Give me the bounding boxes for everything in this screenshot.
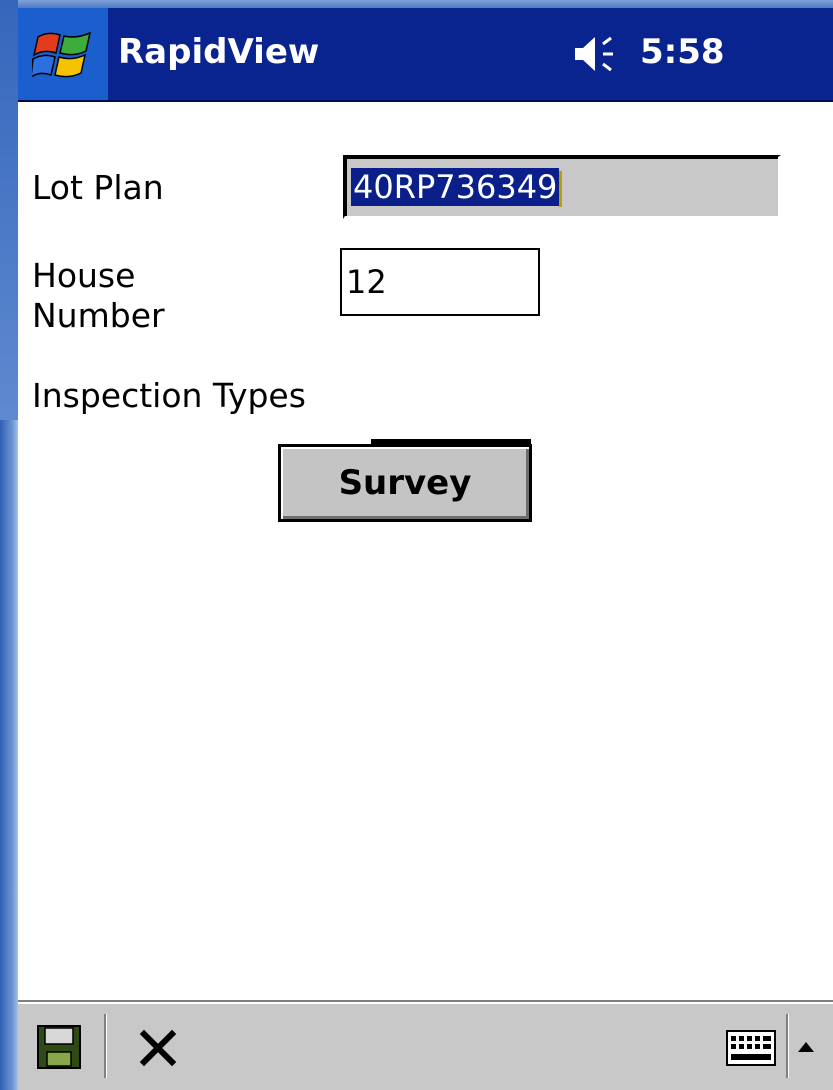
desktop-backdrop-left [0,0,18,1090]
house-number-field[interactable]: 12 [340,248,540,316]
clock[interactable]: 5:58 [640,32,725,72]
house-number-label-line2: Number [32,296,165,335]
text-caret [559,171,563,207]
button-focus-edge [371,439,531,445]
device-screen: RapidView 5:58 Lot Plan 40RP736349 House… [18,8,833,1090]
separator [104,1014,106,1078]
windows-start-icon [32,31,92,78]
command-bar [18,1000,833,1090]
house-number-label: House Number [32,256,232,336]
survey-button[interactable]: Survey [278,439,532,522]
survey-button-label: Survey [338,463,472,503]
inspection-types-label: Inspection Types [32,376,306,415]
up-arrow-icon[interactable] [794,1038,818,1058]
save-icon[interactable] [36,1024,82,1070]
lot-plan-label: Lot Plan [32,168,164,207]
start-button[interactable] [18,8,108,100]
house-number-label-line1: House [32,256,136,295]
app-title: RapidView [118,32,320,72]
title-bar: RapidView 5:58 [18,8,833,102]
close-icon[interactable] [138,1028,178,1068]
house-number-value: 12 [346,263,387,301]
keyboard-icon[interactable] [726,1030,776,1066]
separator [786,1014,788,1078]
desktop-backdrop-top [0,0,833,8]
lot-plan-value: 40RP736349 [351,168,560,206]
speaker-icon[interactable] [573,34,625,74]
lot-plan-field[interactable]: 40RP736349 [343,155,781,219]
